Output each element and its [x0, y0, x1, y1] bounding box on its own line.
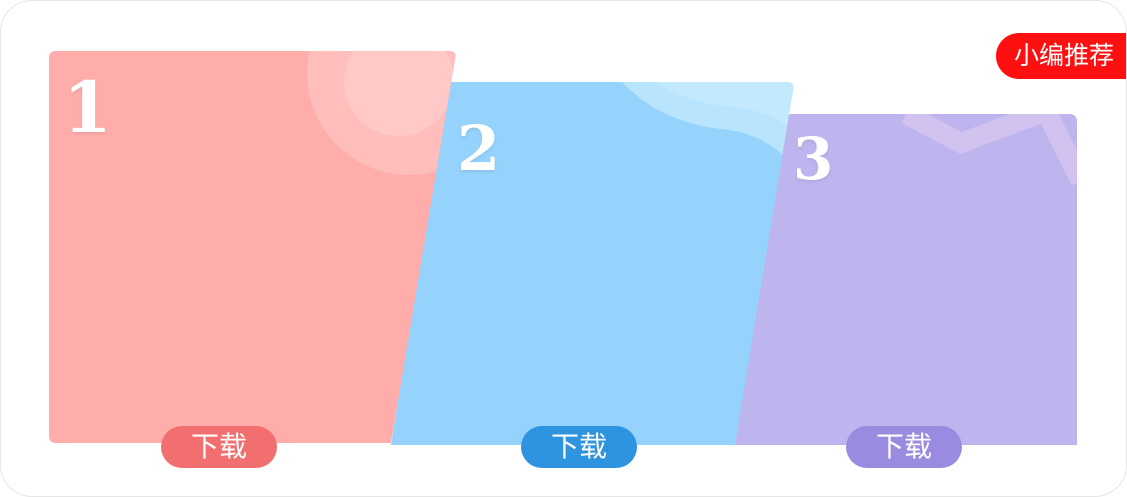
recommendation-panel: 1 2 3 下载 下载 下载 小编推荐 — [0, 0, 1127, 497]
card-3-download-button[interactable]: 下载 — [846, 426, 962, 468]
editor-recommend-badge: 小编推荐 — [995, 33, 1126, 79]
card-2-number: 2 — [457, 112, 501, 185]
card-3-number: 3 — [793, 125, 834, 193]
card-group: 1 2 3 下载 下载 下载 — [1, 1, 1126, 496]
card-2-download-button[interactable]: 下载 — [521, 426, 637, 468]
card-2[interactable] — [391, 71, 801, 445]
card-1-download-button[interactable]: 下载 — [161, 426, 277, 468]
card-3[interactable] — [735, 111, 1081, 445]
card-shapes — [49, 51, 1081, 445]
card-1-number: 1 — [63, 66, 112, 149]
